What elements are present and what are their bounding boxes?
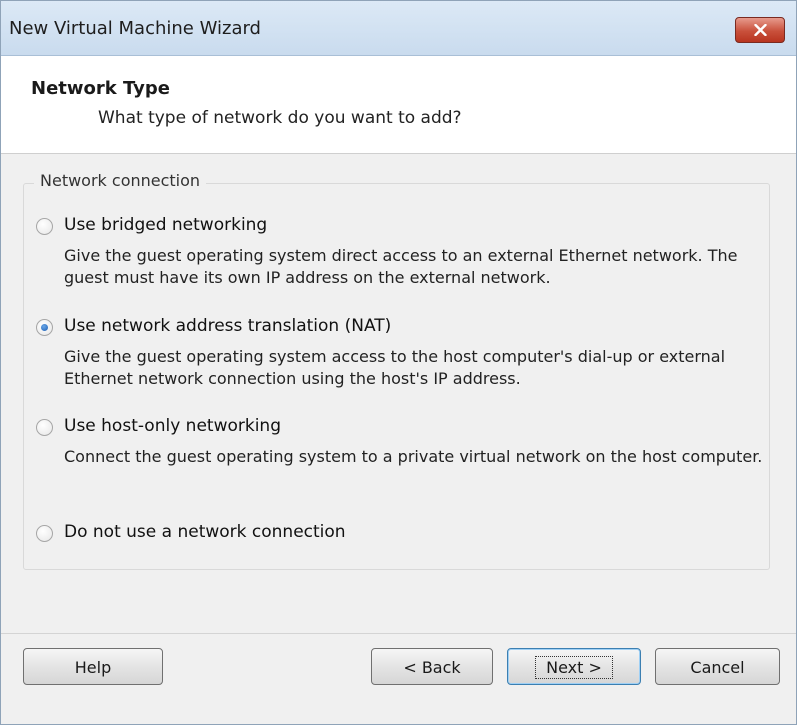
back-button[interactable]: < Back [371,648,493,685]
radio-bridged[interactable] [36,218,53,235]
option-desc-nat: Give the guest operating system access t… [64,347,726,388]
button-bar: Help < Back Next > Cancel [1,633,796,724]
wizard-window: New Virtual Machine Wizard Network Type … [0,0,797,725]
option-desc-bridged: Give the guest operating system direct a… [64,246,738,287]
next-button-label: Next > [535,656,613,679]
radio-nat[interactable] [36,319,53,336]
title-bar[interactable]: New Virtual Machine Wizard [1,1,796,56]
page-subtitle: What type of network do you want to add? [98,108,462,128]
option-label-nat[interactable]: Use network address translation (NAT) [64,316,391,336]
cancel-button[interactable]: Cancel [655,648,780,685]
option-label-no-network[interactable]: Do not use a network connection [64,522,346,542]
wizard-header: Network Type What type of network do you… [1,56,796,154]
group-legend: Network connection [34,171,207,190]
radio-host-only[interactable] [36,419,53,436]
network-connection-group: Network connection Use bridged networkin… [23,171,770,570]
page-title: Network Type [31,78,170,99]
option-label-bridged[interactable]: Use bridged networking [64,215,267,235]
close-button[interactable] [735,17,785,43]
close-icon [754,24,767,36]
help-button[interactable]: Help [23,648,163,685]
option-desc-host-only: Connect the guest operating system to a … [64,447,763,466]
next-button[interactable]: Next > [507,648,641,685]
option-label-host-only[interactable]: Use host-only networking [64,416,281,436]
radio-no-network[interactable] [36,525,53,542]
window-title: New Virtual Machine Wizard [9,18,261,39]
